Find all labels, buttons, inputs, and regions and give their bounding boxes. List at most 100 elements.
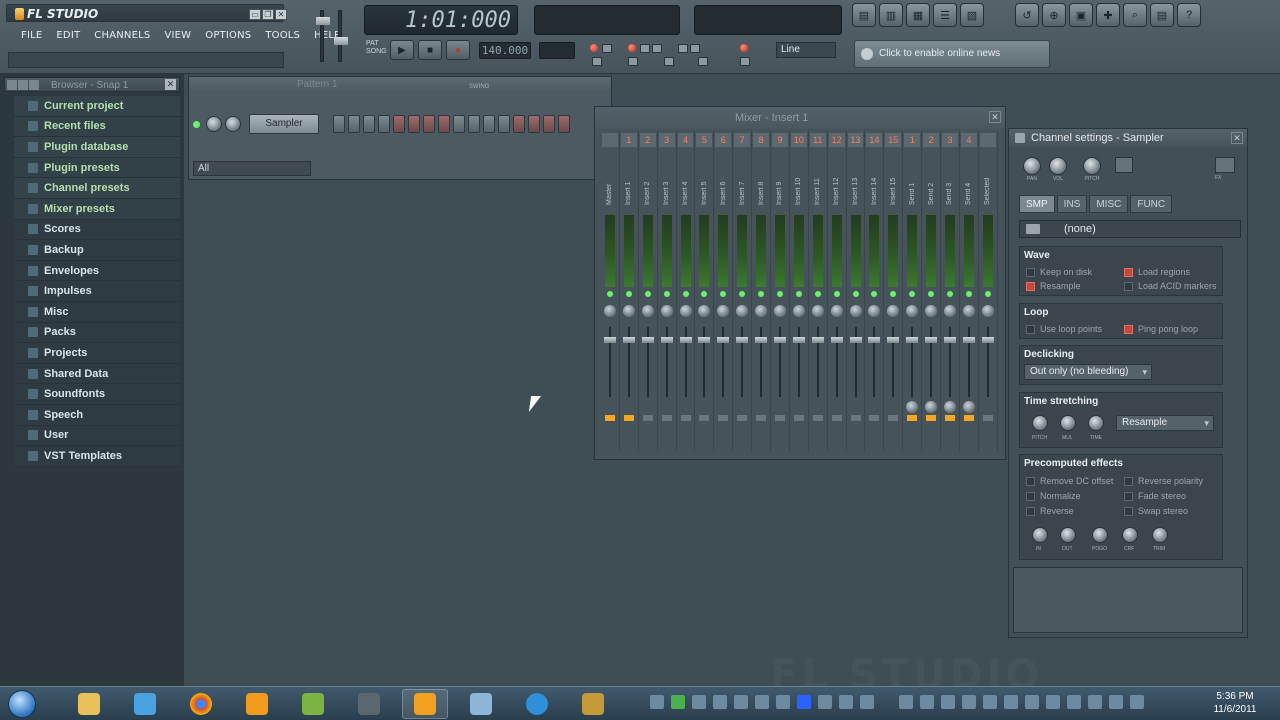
mixer-track[interactable]: 9 Insert 9 [771, 131, 790, 451]
scroll-toggle[interactable] [664, 57, 674, 66]
track-mute-led[interactable] [984, 291, 991, 297]
menu-channels[interactable]: CHANNELS [87, 28, 157, 43]
template-icon[interactable]: ▤ [1150, 3, 1174, 27]
resample-checkbox[interactable] [1026, 282, 1035, 291]
fader-handle[interactable] [830, 337, 843, 343]
track-route-button[interactable] [661, 415, 672, 421]
browser-item-scores[interactable]: Scores [14, 219, 180, 241]
tray-icon[interactable] [713, 695, 727, 709]
mixer-title-bar[interactable]: Mixer - Insert 1 [595, 107, 1005, 129]
mixer-track[interactable]: 4 Insert 4 [677, 131, 696, 451]
tray-icon[interactable] [1025, 695, 1039, 709]
browser-item-channel-presets[interactable]: Channel presets [14, 178, 180, 199]
step-edit-led[interactable] [740, 44, 748, 52]
track-pan-knob[interactable] [849, 305, 862, 317]
track-send-knob[interactable] [962, 401, 975, 413]
track-route-button[interactable] [982, 415, 993, 421]
mixer-track[interactable]: 7 Insert 7 [733, 131, 753, 451]
song-position-display[interactable]: 1:01:000 [364, 5, 518, 35]
play-button[interactable]: ▶ [390, 40, 414, 60]
mixer-track[interactable]: 11 Insert 11 [809, 131, 828, 451]
folder-icon[interactable] [1026, 224, 1040, 234]
browser-item-vst-templates[interactable]: VST Templates [14, 446, 180, 467]
track-route-button[interactable] [812, 415, 823, 421]
track-mute-led[interactable] [682, 291, 689, 297]
track-route-button[interactable] [869, 415, 880, 421]
menu-view[interactable]: VIEW [157, 28, 198, 43]
tray-icon[interactable] [860, 695, 874, 709]
out-knob[interactable] [1060, 527, 1076, 543]
channel-filter-dropdown[interactable]: All [193, 161, 311, 176]
browser-item-speech[interactable]: Speech [14, 404, 180, 426]
menu-edit[interactable]: EDIT [49, 28, 87, 43]
tray-icon[interactable] [1046, 695, 1060, 709]
track-send-knob[interactable] [925, 401, 938, 413]
wait-toggle[interactable] [628, 57, 638, 66]
browser-item-packs[interactable]: Packs [14, 322, 180, 344]
close-icon[interactable]: ✕ [1231, 132, 1243, 144]
fader-handle[interactable] [679, 337, 692, 343]
help-icon[interactable]: ? [1177, 3, 1201, 27]
track-pan-knob[interactable] [755, 305, 768, 317]
mixer-track[interactable]: 6 Insert 6 [714, 131, 734, 451]
tray-icon[interactable] [671, 695, 685, 709]
step-button[interactable] [348, 115, 360, 133]
pan-knob[interactable] [1023, 157, 1041, 175]
track-route-button[interactable] [907, 415, 918, 421]
step-button[interactable] [378, 115, 390, 133]
mixer-icon[interactable]: ☰ [933, 3, 957, 27]
step-sequencer-title-bar[interactable]: Pattern 1 SWING [189, 77, 611, 93]
track-mute-led[interactable] [701, 291, 708, 297]
track-route-button[interactable] [718, 415, 729, 421]
loop-record-toggle[interactable] [652, 44, 662, 53]
playlist-icon[interactable]: ▤ [852, 3, 876, 27]
track-mute-led[interactable] [739, 291, 746, 297]
step-button[interactable] [558, 115, 570, 133]
track-mute-led[interactable] [758, 291, 765, 297]
close-icon[interactable]: ✕ [989, 111, 1001, 123]
save-icon[interactable]: ▣ [1069, 3, 1093, 27]
mixer-track[interactable]: 5 Insert 5 [695, 131, 715, 451]
fader-handle[interactable] [717, 337, 730, 343]
pogo-knob[interactable] [1092, 527, 1108, 543]
fade-stereo-checkbox[interactable] [1124, 492, 1133, 501]
reverse-polarity-checkbox[interactable] [1124, 477, 1133, 486]
mixer-track[interactable]: 1 Insert 1 [620, 131, 639, 451]
fader-handle[interactable] [604, 337, 616, 343]
channel-pan-knob[interactable] [206, 116, 222, 132]
browser-title-bar[interactable]: Browser - Snap 1 ✕ [4, 77, 180, 92]
mixer-track[interactable]: 13 Insert 13 [847, 131, 866, 451]
browser-item-envelopes[interactable]: Envelopes [14, 260, 180, 282]
step-button[interactable] [453, 115, 465, 133]
tray-icon[interactable] [983, 695, 997, 709]
normalize-checkbox[interactable] [1026, 492, 1035, 501]
ie-icon[interactable] [514, 689, 560, 719]
master-volume-slider[interactable] [316, 10, 330, 62]
channel-mute-led[interactable] [193, 120, 200, 128]
track-pan-knob[interactable] [660, 305, 673, 317]
bluetooth-icon[interactable] [797, 695, 811, 709]
step-button[interactable] [543, 115, 555, 133]
menu-icon[interactable] [7, 80, 17, 90]
mixer-track[interactable]: 3 Insert 3 [658, 131, 677, 451]
track-mute-led[interactable] [720, 291, 727, 297]
plugin-icon[interactable]: ⊕ [1042, 3, 1066, 27]
track-route-button[interactable] [963, 415, 974, 421]
fader-handle[interactable] [792, 337, 805, 343]
fader-handle[interactable] [887, 337, 900, 343]
track-pan-knob[interactable] [868, 305, 881, 317]
fader-handle[interactable] [736, 337, 749, 343]
track-route-button[interactable] [756, 415, 767, 421]
track-pan-knob[interactable] [925, 305, 938, 317]
track-mute-led[interactable] [965, 291, 972, 297]
declicking-mode-dropdown[interactable]: Out only (no bleeding) [1024, 364, 1152, 380]
sample-waveform-display[interactable] [1013, 567, 1243, 633]
browser-item-recent-files[interactable]: Recent files [14, 116, 180, 138]
midi-toggle[interactable] [740, 57, 750, 66]
track-pan-knob[interactable] [962, 305, 975, 317]
mixer-track[interactable]: 8 Insert 8 [752, 131, 772, 451]
wait-input-toggle[interactable] [602, 44, 612, 53]
fader-handle[interactable] [660, 337, 673, 343]
stop-button[interactable]: ■ [418, 40, 442, 60]
fader-handle[interactable] [944, 337, 957, 343]
